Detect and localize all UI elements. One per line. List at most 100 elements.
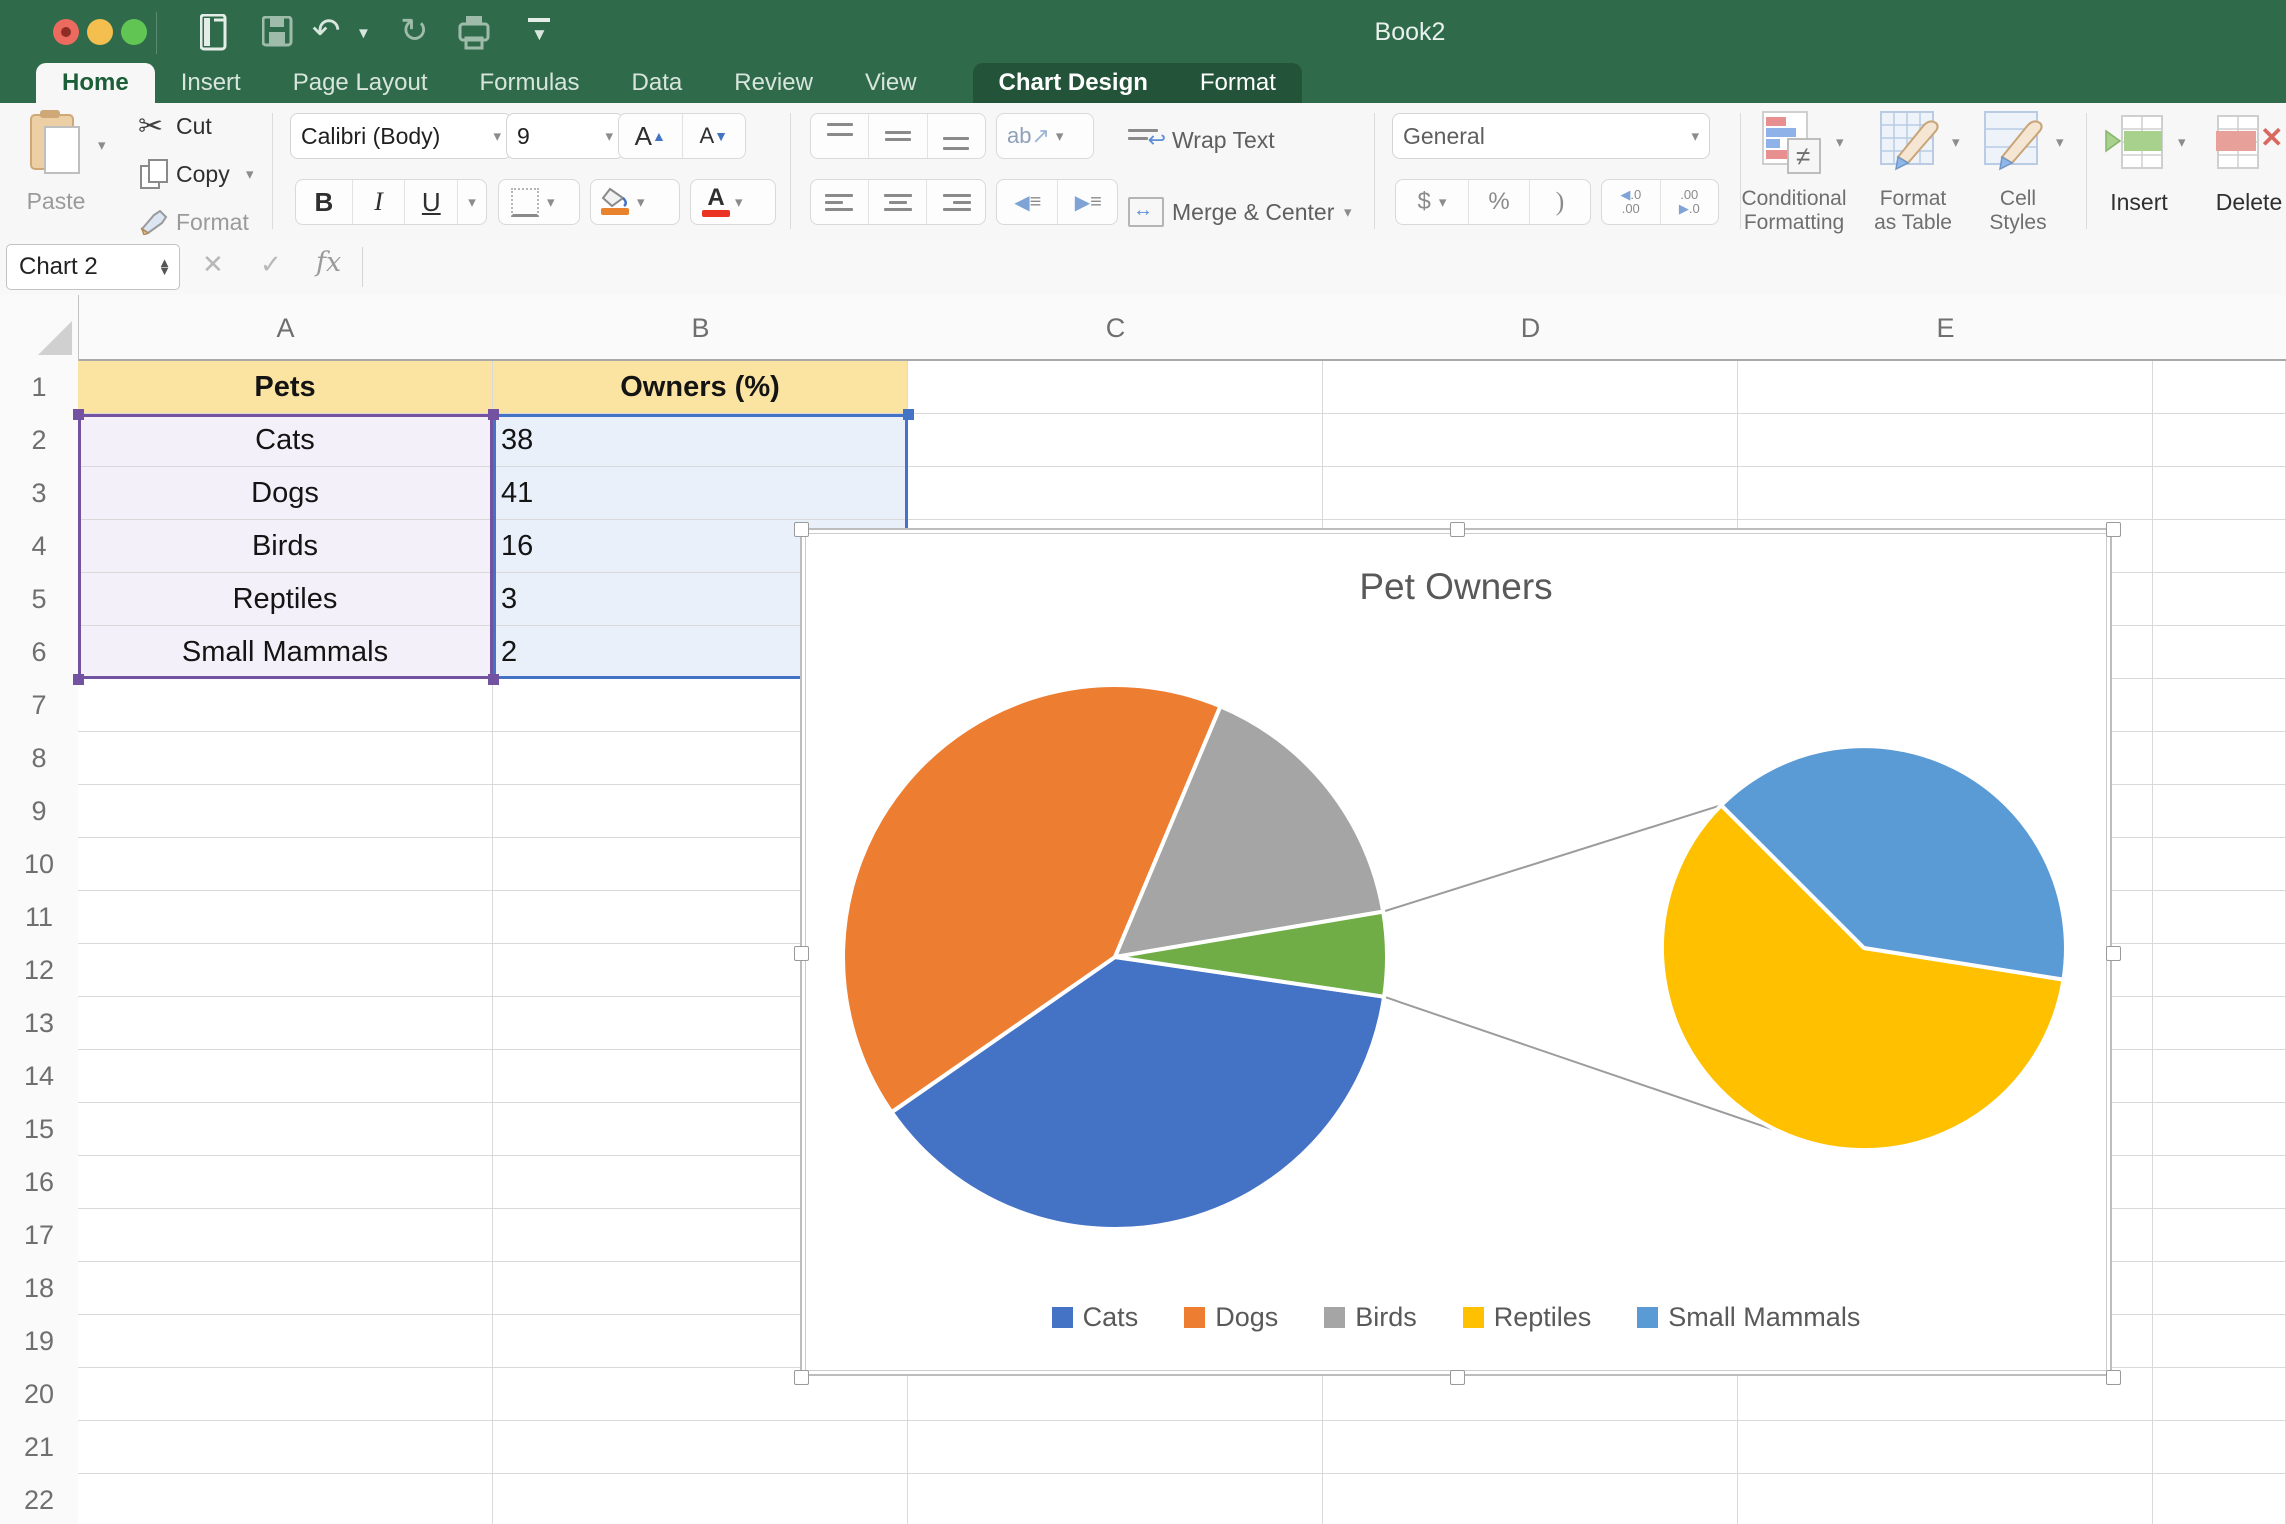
- orientation-button[interactable]: ab↗ ▾: [996, 113, 1094, 159]
- cell-F17[interactable]: [2153, 1209, 2286, 1262]
- conditional-formatting-caret[interactable]: ▾: [1836, 133, 1844, 151]
- row-header-5[interactable]: 5: [0, 573, 79, 627]
- undo-menu-icon[interactable]: ▼: [356, 26, 371, 41]
- cell-A12[interactable]: [78, 944, 493, 997]
- pie-of-pie-plot[interactable]: [802, 530, 2114, 1378]
- row-header-2[interactable]: 2: [0, 414, 79, 468]
- row-header-20[interactable]: 20: [0, 1368, 79, 1422]
- chart-legend[interactable]: Cats Dogs Birds Reptiles Small Mammals: [802, 1302, 2110, 1333]
- save-icon[interactable]: [262, 16, 294, 48]
- format-as-table-caret[interactable]: ▾: [1952, 133, 1960, 151]
- copy-menu-caret[interactable]: ▾: [246, 165, 254, 183]
- tab-format[interactable]: Format: [1174, 63, 1302, 103]
- tab-page-layout[interactable]: Page Layout: [267, 63, 454, 103]
- range-handle[interactable]: [903, 409, 914, 420]
- cell-F2[interactable]: [2153, 414, 2286, 467]
- tab-home[interactable]: Home: [36, 63, 155, 103]
- chart-resize-handle[interactable]: [2106, 946, 2121, 961]
- select-all-button[interactable]: [0, 295, 79, 361]
- merge-center-icon[interactable]: ↔: [1128, 197, 1164, 227]
- cell-styles-label[interactable]: Cell Styles: [1968, 187, 2068, 235]
- insert-cells-caret[interactable]: ▾: [2178, 133, 2186, 151]
- comma-style-button[interactable]: ): [1530, 180, 1590, 224]
- borders-menu-caret[interactable]: ▾: [547, 193, 555, 211]
- cell-A1[interactable]: Pets: [78, 361, 493, 414]
- conditional-formatting-icon[interactable]: ≠: [1762, 111, 1824, 177]
- column-header-d[interactable]: D: [1323, 295, 1739, 361]
- increase-indent-button[interactable]: ▶ ≡: [1058, 180, 1118, 224]
- tab-insert[interactable]: Insert: [155, 63, 267, 103]
- range-handle[interactable]: [73, 409, 84, 420]
- cell-A13[interactable]: [78, 997, 493, 1050]
- cell-A18[interactable]: [78, 1262, 493, 1315]
- font-name-select[interactable]: Calibri (Body) ▾: [290, 113, 512, 159]
- cell-C22[interactable]: [908, 1474, 1323, 1524]
- font-size-select[interactable]: 9 ▾: [506, 113, 624, 159]
- wrap-text-label[interactable]: Wrap Text: [1172, 127, 1275, 154]
- cancel-icon[interactable]: ✕: [202, 249, 224, 280]
- format-as-table-label[interactable]: Format as Table: [1856, 187, 1970, 235]
- cell-A19[interactable]: [78, 1315, 493, 1368]
- name-box-stepper[interactable]: ▲ ▼: [158, 256, 171, 276]
- align-top-button[interactable]: [811, 114, 870, 158]
- decrease-indent-button[interactable]: ◀ ≡: [997, 180, 1058, 224]
- row-header-15[interactable]: 15: [0, 1103, 79, 1157]
- align-bottom-button[interactable]: [928, 114, 985, 158]
- cell-styles-caret[interactable]: ▾: [2056, 133, 2064, 151]
- close-button[interactable]: [53, 19, 79, 45]
- cell-B21[interactable]: [493, 1421, 908, 1474]
- paste-label[interactable]: Paste: [14, 188, 98, 215]
- tab-formulas[interactable]: Formulas: [454, 63, 606, 103]
- cell-A8[interactable]: [78, 732, 493, 785]
- cell-styles-icon[interactable]: [1984, 111, 2050, 177]
- copy-label[interactable]: Copy: [176, 161, 230, 188]
- paste-menu-caret[interactable]: ▾: [98, 136, 106, 154]
- legend-item-cats[interactable]: Cats: [1051, 1302, 1138, 1333]
- cell-A9[interactable]: [78, 785, 493, 838]
- cut-icon[interactable]: ✂: [138, 109, 163, 144]
- orientation-menu-caret[interactable]: ▾: [1056, 127, 1064, 145]
- undo-icon[interactable]: ↶: [312, 14, 341, 48]
- cell-F10[interactable]: [2153, 838, 2286, 891]
- conditional-formatting-label[interactable]: Conditional Formatting: [1734, 187, 1854, 235]
- zoom-button[interactable]: [121, 19, 147, 45]
- row-header-19[interactable]: 19: [0, 1315, 79, 1369]
- format-as-table-icon[interactable]: [1880, 111, 1946, 177]
- cell-F6[interactable]: [2153, 626, 2286, 679]
- row-header-13[interactable]: 13: [0, 997, 79, 1051]
- column-header-partial[interactable]: [2153, 295, 2286, 361]
- italic-button[interactable]: I: [353, 180, 406, 224]
- wrap-text-icon[interactable]: ↩: [1128, 125, 1166, 155]
- cell-E1[interactable]: [1738, 361, 2153, 414]
- underline-button[interactable]: U: [405, 180, 459, 224]
- align-center-button[interactable]: [869, 180, 928, 224]
- legend-item-reptiles[interactable]: Reptiles: [1462, 1302, 1591, 1333]
- decrease-font-button[interactable]: A ▼: [683, 114, 746, 158]
- row-header-16[interactable]: 16: [0, 1156, 79, 1210]
- formula-input[interactable]: [376, 239, 2286, 295]
- cell-F11[interactable]: [2153, 891, 2286, 944]
- cell-D3[interactable]: [1323, 467, 1738, 520]
- row-header-12[interactable]: 12: [0, 944, 79, 998]
- cell-F21[interactable]: [2153, 1421, 2286, 1474]
- row-header-10[interactable]: 10: [0, 838, 79, 892]
- insert-function-icon[interactable]: fx: [316, 247, 341, 278]
- row-header-14[interactable]: 14: [0, 1050, 79, 1104]
- cell-F20[interactable]: [2153, 1368, 2286, 1421]
- legend-item-small-mammals[interactable]: Small Mammals: [1637, 1302, 1860, 1333]
- pet-owners-chart[interactable]: Pet Owners Cats Dogs Birds Reptiles Small Ma…: [794, 522, 2121, 1385]
- cell-B22[interactable]: [493, 1474, 908, 1524]
- font-color-button[interactable]: A ▾: [690, 179, 776, 225]
- cell-F9[interactable]: [2153, 785, 2286, 838]
- row-header-3[interactable]: 3: [0, 467, 79, 521]
- cell-C3[interactable]: [908, 467, 1323, 520]
- range-handle[interactable]: [488, 674, 499, 685]
- column-header-b[interactable]: B: [493, 295, 909, 361]
- insert-cells-label[interactable]: Insert: [2104, 189, 2174, 216]
- merge-center-label[interactable]: Merge & Center: [1172, 199, 1334, 226]
- align-middle-button[interactable]: [869, 114, 928, 158]
- merge-center-menu-caret[interactable]: ▾: [1344, 203, 1352, 221]
- borders-button[interactable]: ▾: [498, 179, 580, 225]
- chart-resize-handle[interactable]: [2106, 522, 2121, 537]
- fill-color-menu-caret[interactable]: ▾: [637, 193, 645, 211]
